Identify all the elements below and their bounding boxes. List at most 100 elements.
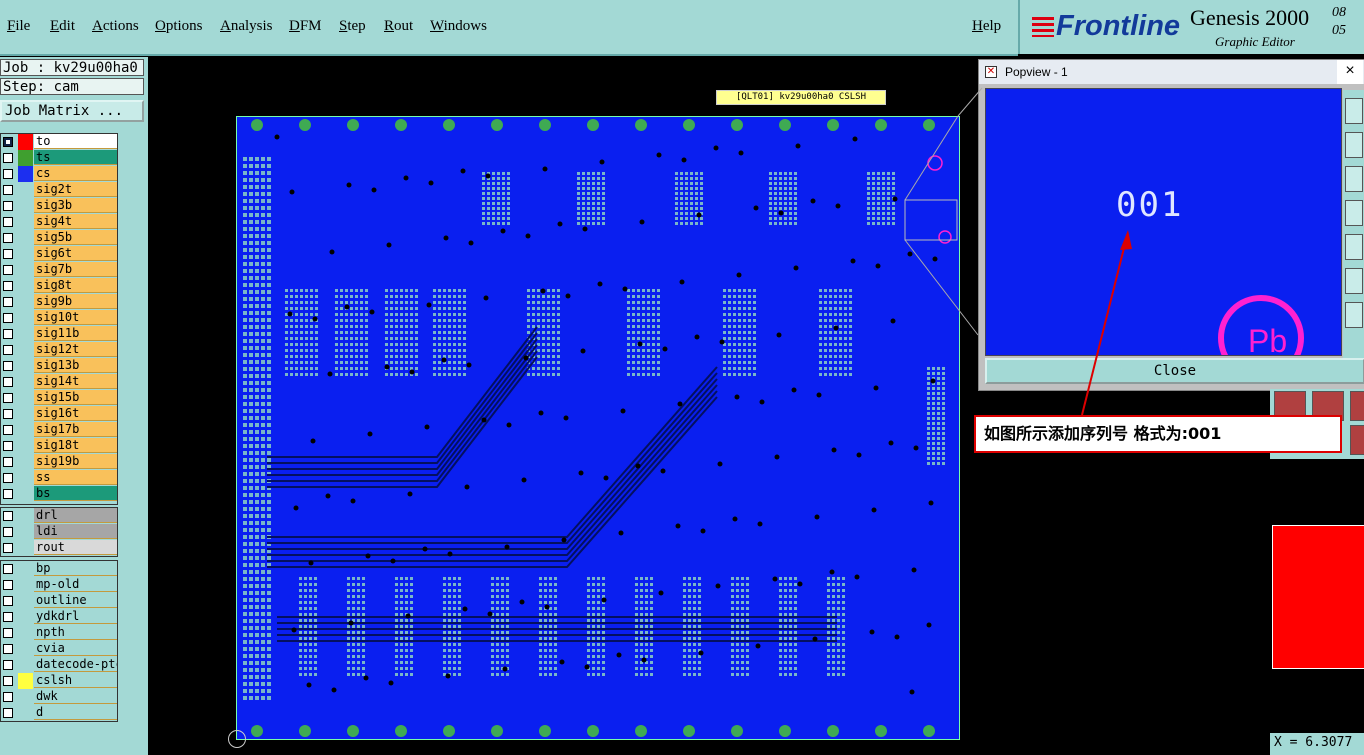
layer-name[interactable]: bs — [34, 486, 117, 501]
layer-row-sig7b[interactable]: sig7b — [1, 262, 117, 278]
layer-color-swatch[interactable] — [18, 540, 33, 556]
layer-color-swatch[interactable] — [18, 689, 33, 705]
tool-triangle-icon[interactable] — [1350, 391, 1364, 421]
layer-name[interactable]: sig16t — [34, 406, 117, 421]
layer-color-swatch[interactable] — [18, 641, 33, 657]
layer-color-swatch[interactable] — [18, 310, 33, 326]
layer-checkbox[interactable] — [3, 393, 13, 403]
layer-name[interactable]: d — [34, 705, 117, 720]
layer-row-sig18t[interactable]: sig18t — [1, 438, 117, 454]
popview-zoom-view[interactable]: 001 Pb — [985, 88, 1342, 356]
tool-extra-icon[interactable] — [1350, 425, 1364, 455]
zoom-out-icon[interactable] — [1345, 132, 1363, 158]
layer-color-swatch[interactable] — [18, 214, 33, 230]
layer-row-sig19b[interactable]: sig19b — [1, 454, 117, 470]
layer-checkbox[interactable] — [3, 580, 13, 590]
layer-row-sig10t[interactable]: sig10t — [1, 310, 117, 326]
layer-checkbox[interactable] — [3, 489, 13, 499]
layer-row-sig9b[interactable]: sig9b — [1, 294, 117, 310]
layer-checkbox[interactable] — [3, 628, 13, 638]
layer-name[interactable]: ts — [34, 150, 117, 165]
layer-row-sig2t[interactable]: sig2t — [1, 182, 117, 198]
menu-actions[interactable]: Actions — [92, 18, 139, 35]
layer-checkbox[interactable] — [3, 441, 13, 451]
pcb-board-view[interactable] — [236, 116, 960, 740]
layer-color-swatch[interactable] — [18, 374, 33, 390]
pan-right-icon[interactable] — [1345, 234, 1363, 260]
zoom-fit-icon[interactable] — [1345, 166, 1363, 192]
layer-name[interactable]: outline — [34, 593, 117, 608]
layer-checkbox[interactable] — [3, 329, 13, 339]
menu-help[interactable]: Help — [972, 18, 1001, 35]
layer-checkbox[interactable] — [3, 543, 13, 553]
overview-map[interactable] — [1272, 525, 1364, 669]
layer-checkbox[interactable] — [3, 169, 13, 179]
layer-color-swatch[interactable] — [18, 246, 33, 262]
layer-row-sig5b[interactable]: sig5b — [1, 230, 117, 246]
menu-analysis[interactable]: Analysis — [220, 18, 273, 35]
layer-checkbox[interactable] — [3, 676, 13, 686]
layer-row-outline[interactable]: outline — [1, 593, 117, 609]
layer-name[interactable]: sig2t — [34, 182, 117, 197]
layer-checkbox[interactable] — [3, 473, 13, 483]
layer-checkbox[interactable] — [3, 249, 13, 259]
menu-options[interactable]: Options — [155, 18, 203, 35]
layer-row-mp-old[interactable]: mp-old — [1, 577, 117, 593]
layer-row-ss[interactable]: ss — [1, 470, 117, 486]
layer-name[interactable]: sig5b — [34, 230, 117, 245]
layer-color-swatch[interactable] — [18, 609, 33, 625]
layer-row-npth[interactable]: npth — [1, 625, 117, 641]
layer-name[interactable]: sig3b — [34, 198, 117, 213]
layer-row-sig12t[interactable]: sig12t — [1, 342, 117, 358]
layer-row-sig11b[interactable]: sig11b — [1, 326, 117, 342]
layer-row-drl[interactable]: drl — [1, 508, 117, 524]
layer-color-swatch[interactable] — [18, 657, 33, 673]
layer-name[interactable]: sig4t — [34, 214, 117, 229]
redraw-icon[interactable] — [1345, 302, 1363, 328]
layer-checkbox[interactable] — [3, 233, 13, 243]
layer-checkbox[interactable] — [3, 217, 13, 227]
layer-row-datecode-ptc[interactable]: datecode-ptc — [1, 657, 117, 673]
layer-row-sig14t[interactable]: sig14t — [1, 374, 117, 390]
layer-name[interactable]: sig10t — [34, 310, 117, 325]
layer-color-swatch[interactable] — [18, 166, 33, 182]
layer-color-swatch[interactable] — [18, 470, 33, 486]
layer-row-ldi[interactable]: ldi — [1, 524, 117, 540]
layer-checkbox[interactable] — [3, 313, 13, 323]
layer-name[interactable]: sig6t — [34, 246, 117, 261]
layer-name[interactable]: to — [34, 134, 117, 149]
layer-row-sig15b[interactable]: sig15b — [1, 390, 117, 406]
layer-name[interactable]: sig7b — [34, 262, 117, 277]
layer-row-to[interactable]: to — [1, 134, 117, 150]
layer-color-swatch[interactable] — [18, 593, 33, 609]
layer-checkbox[interactable] — [3, 409, 13, 419]
layer-name[interactable]: ydkdrl — [34, 609, 117, 624]
menu-edit[interactable]: Edit — [50, 18, 75, 35]
layer-name[interactable]: sig18t — [34, 438, 117, 453]
layer-name[interactable]: ldi — [34, 524, 117, 539]
menu-rout[interactable]: Rout — [384, 18, 413, 35]
layer-color-swatch[interactable] — [18, 134, 33, 150]
layer-row-bs[interactable]: bs — [1, 486, 117, 502]
layer-color-swatch[interactable] — [18, 673, 33, 689]
layer-checkbox[interactable] — [3, 185, 13, 195]
layer-row-cs[interactable]: cs — [1, 166, 117, 182]
layer-color-swatch[interactable] — [18, 486, 33, 502]
layer-checkbox[interactable] — [3, 281, 13, 291]
layer-color-swatch[interactable] — [18, 561, 33, 577]
layer-checkbox[interactable] — [3, 457, 13, 467]
layer-name[interactable]: sig12t — [34, 342, 117, 357]
layer-color-swatch[interactable] — [18, 326, 33, 342]
layer-row-sig17b[interactable]: sig17b — [1, 422, 117, 438]
layer-name[interactable]: sig19b — [34, 454, 117, 469]
layer-name[interactable]: cvia — [34, 641, 117, 656]
layer-row-sig6t[interactable]: sig6t — [1, 246, 117, 262]
layer-name[interactable]: npth — [34, 625, 117, 640]
layer-color-swatch[interactable] — [18, 577, 33, 593]
layer-name[interactable]: cslsh — [34, 673, 117, 688]
layer-color-swatch[interactable] — [18, 182, 33, 198]
layer-checkbox[interactable] — [3, 137, 13, 147]
layer-color-swatch[interactable] — [18, 705, 33, 721]
job-matrix-button[interactable]: Job Matrix ... — [0, 100, 144, 122]
menu-windows[interactable]: Windows — [430, 18, 487, 35]
